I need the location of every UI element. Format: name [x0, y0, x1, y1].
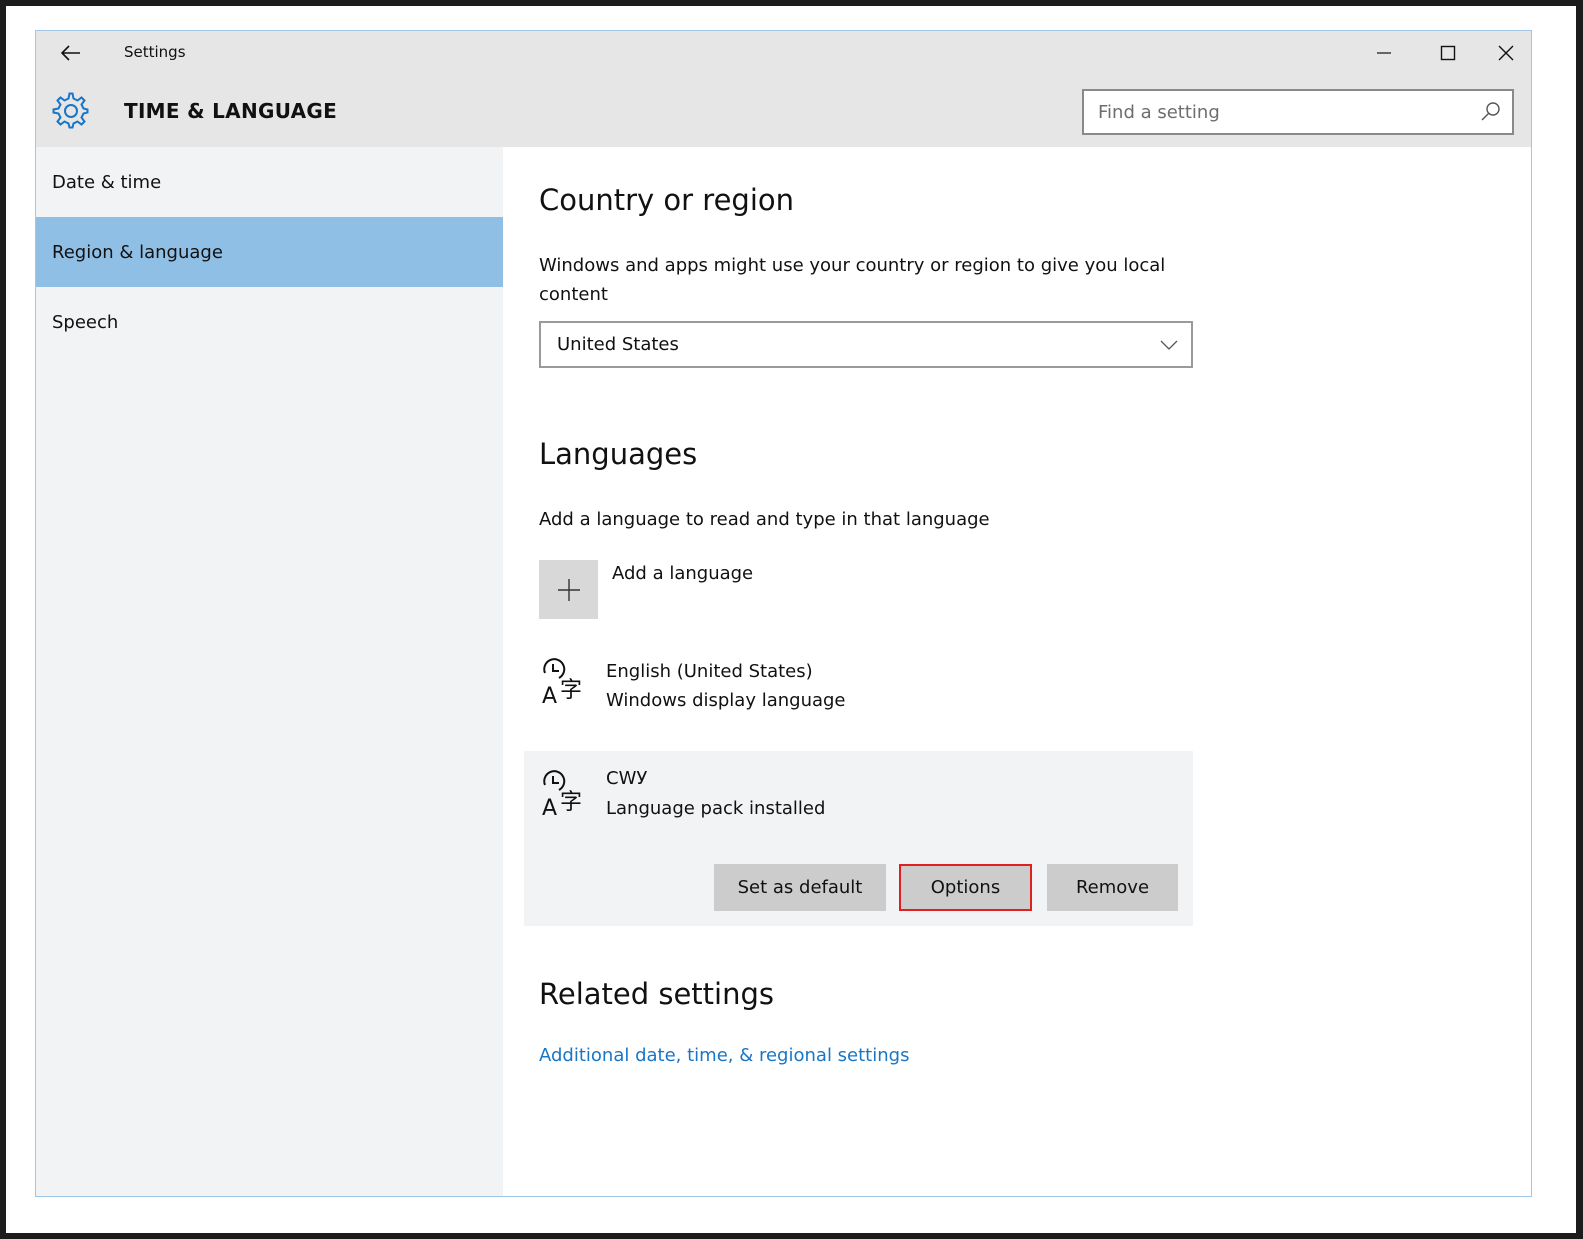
- back-button[interactable]: [56, 39, 86, 67]
- language-name: СWУ: [606, 768, 648, 789]
- languages-description: Add a language to read and type in that …: [539, 509, 990, 530]
- page-header: TIME & LANGUAGE: [36, 75, 1531, 147]
- plus-icon: [557, 578, 580, 601]
- language-status: Windows display language: [606, 690, 846, 711]
- section-title: TIME & LANGUAGE: [124, 99, 338, 123]
- additional-regional-settings-link[interactable]: Additional date, time, & regional settin…: [539, 1045, 909, 1066]
- search-box[interactable]: [1082, 89, 1514, 135]
- language-name: English (United States): [606, 661, 813, 682]
- language-icon: A 字: [542, 770, 582, 819]
- add-language-label[interactable]: Add a language: [612, 563, 753, 584]
- remove-button[interactable]: Remove: [1047, 864, 1178, 911]
- title-bar: Settings: [36, 31, 1531, 75]
- close-icon: [1498, 45, 1514, 61]
- related-settings-heading: Related settings: [539, 977, 775, 1011]
- language-status: Language pack installed: [606, 798, 826, 819]
- minimize-button[interactable]: [1361, 37, 1407, 69]
- sidebar-item-label: Region & language: [52, 241, 223, 263]
- country-description: Windows and apps might use your country …: [539, 255, 1166, 305]
- add-language-button[interactable]: [539, 560, 598, 619]
- sidebar-item-label: Speech: [52, 311, 119, 333]
- country-dropdown-value: United States: [557, 334, 679, 355]
- sidebar-item-speech[interactable]: Speech: [36, 287, 503, 357]
- set-as-default-button[interactable]: Set as default: [714, 864, 886, 911]
- country-dropdown[interactable]: United States: [539, 321, 1193, 368]
- back-arrow-icon: [61, 45, 80, 61]
- sidebar-item-label: Date & time: [52, 171, 162, 193]
- close-button[interactable]: [1483, 37, 1529, 69]
- app-title: Settings: [124, 43, 186, 61]
- language-icon: A 字: [542, 658, 582, 707]
- svg-text:A: A: [542, 684, 557, 707]
- sidebar: Date & time Region & language Speech: [36, 147, 503, 1196]
- sidebar-item-region-language[interactable]: Region & language: [36, 217, 503, 287]
- svg-text:字: 字: [560, 790, 582, 815]
- language-item-cwu[interactable]: A 字 СWУ Language pack installed Set as d…: [524, 751, 1193, 926]
- gear-icon: [52, 92, 89, 129]
- search-icon[interactable]: [1480, 101, 1502, 123]
- main-content: Country or region Windows and apps might…: [503, 147, 1531, 1196]
- maximize-button[interactable]: [1425, 37, 1471, 69]
- chevron-down-icon: [1160, 340, 1178, 350]
- language-item-english[interactable]: A 字 English (United States) Windows disp…: [524, 647, 1193, 727]
- languages-heading: Languages: [539, 437, 698, 471]
- maximize-icon: [1440, 45, 1456, 61]
- svg-text:A: A: [542, 796, 557, 819]
- options-button[interactable]: Options: [899, 864, 1032, 911]
- sidebar-item-date-time[interactable]: Date & time: [36, 147, 503, 217]
- settings-window: Settings TIME & LANGUAGE Find a setting …: [35, 30, 1532, 1197]
- country-heading: Country or region: [539, 183, 795, 217]
- minimize-icon: [1377, 52, 1391, 54]
- search-input[interactable]: [1098, 99, 1468, 125]
- svg-text:字: 字: [560, 678, 582, 703]
